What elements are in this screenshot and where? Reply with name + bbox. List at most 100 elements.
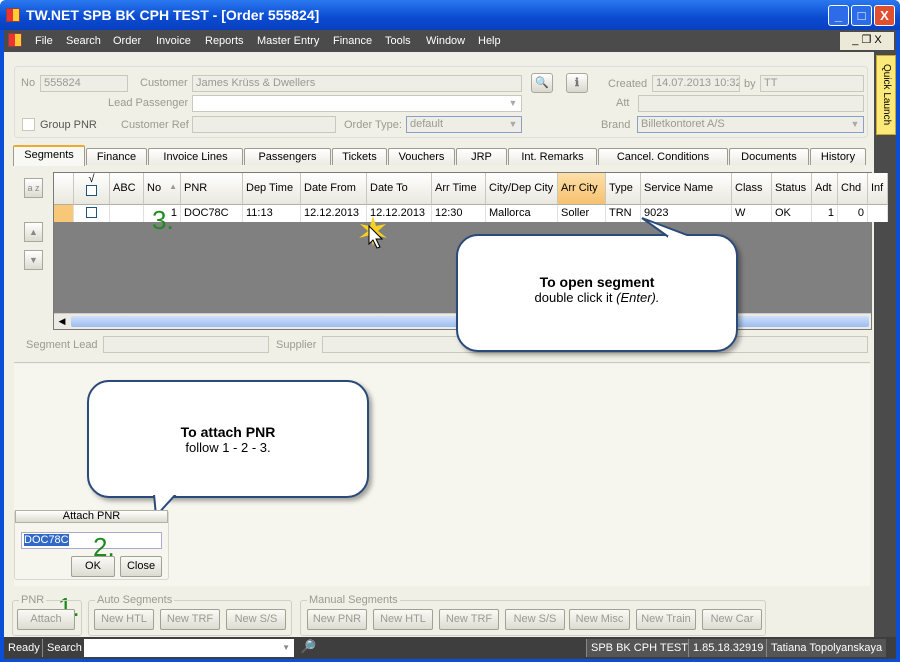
column-header-chd[interactable]: Chd	[838, 173, 868, 205]
close-button[interactable]: X	[874, 5, 895, 26]
column-header-service-name[interactable]: Service Name	[641, 173, 732, 205]
cell-status[interactable]: OK	[772, 205, 812, 222]
search-icon[interactable]: 🔎	[300, 639, 316, 655]
new-pnr-button[interactable]: New PNR	[307, 609, 367, 630]
customer-field[interactable]: James Krüss & Dwellers	[192, 75, 522, 92]
row-checkbox-cell[interactable]	[74, 205, 110, 222]
tab-finance[interactable]: Finance	[86, 148, 147, 165]
select-all-checkbox[interactable]	[86, 185, 97, 196]
column-header-arr-city[interactable]: Arr City	[558, 173, 606, 205]
column-header-date-to[interactable]: Date To	[367, 173, 432, 205]
no-label: No	[21, 77, 36, 89]
cell-arr-time[interactable]: 12:30	[432, 205, 486, 222]
new-train-button[interactable]: New Train	[636, 609, 696, 630]
group-pnr-checkbox[interactable]	[22, 118, 35, 131]
by-label: by	[744, 78, 756, 90]
order-type-select[interactable]: default ▼	[406, 116, 522, 133]
cell-class[interactable]: W	[732, 205, 772, 222]
callout-pointer-open	[641, 217, 698, 238]
move-up-button[interactable]: ▲	[24, 222, 43, 242]
cell-pnr[interactable]: DOC78C	[181, 205, 243, 222]
segment-lead-field[interactable]	[103, 336, 269, 353]
brand-select[interactable]: Billetkontoret A/S ▼	[637, 116, 864, 133]
tab-passengers[interactable]: Passengers	[244, 148, 331, 165]
order-no-field[interactable]: 555824	[40, 75, 128, 92]
menu-finance[interactable]: Finance	[333, 35, 372, 47]
attach-pnr-value: DOC78C	[24, 534, 69, 546]
new-car-button[interactable]: New Car	[702, 609, 762, 630]
tab-invoice-lines[interactable]: Invoice Lines	[148, 148, 243, 165]
mdi-controls[interactable]: _ ❐ X	[840, 32, 894, 50]
attach-pnr-input[interactable]: DOC78C	[21, 532, 162, 549]
row-checkbox[interactable]	[86, 207, 97, 218]
attach-button[interactable]: Attach	[17, 609, 75, 630]
move-down-button[interactable]: ▼	[24, 250, 43, 270]
group-pnr-label: Group PNR	[40, 119, 97, 131]
cell-city-dep-city[interactable]: Mallorca	[486, 205, 558, 222]
maximize-button[interactable]: □	[851, 5, 872, 26]
info-button[interactable]: ℹ	[566, 73, 588, 93]
search-customer-button[interactable]: 🔍	[531, 73, 553, 93]
cell-inf[interactable]	[868, 205, 888, 222]
menu-order[interactable]: Order	[113, 35, 141, 47]
sort-az-button[interactable]: a z	[24, 178, 43, 198]
column-header-class[interactable]: Class	[732, 173, 772, 205]
tab-tickets[interactable]: Tickets	[332, 148, 387, 165]
customer-ref-field[interactable]	[192, 116, 336, 133]
column-header-city-dep-city[interactable]: City/Dep City	[486, 173, 558, 205]
cell-type[interactable]: TRN	[606, 205, 641, 222]
column-header-date-from[interactable]: Date From	[301, 173, 367, 205]
tab-jrp[interactable]: JRP	[456, 148, 507, 165]
new-misc-button[interactable]: New Misc	[569, 609, 630, 630]
segment-lead-label: Segment Lead	[26, 339, 98, 351]
scroll-left-icon[interactable]: ◀	[54, 314, 70, 329]
cell-chd[interactable]: 0	[838, 205, 868, 222]
column-header-adt[interactable]: Adt	[812, 173, 838, 205]
menu-reports[interactable]: Reports	[205, 35, 244, 47]
att-field[interactable]	[638, 95, 864, 112]
column-header-status[interactable]: Status	[772, 173, 812, 205]
new-htl-button[interactable]: New HTL	[373, 609, 433, 630]
tab-segments[interactable]: Segments	[13, 145, 85, 166]
column-header-dep-time[interactable]: Dep Time	[243, 173, 301, 205]
menu-bar: File Search Order Invoice Reports Master…	[4, 30, 896, 52]
column-header-no[interactable]: No ▲	[144, 173, 181, 205]
menu-search[interactable]: Search	[66, 35, 101, 47]
auto-new-ss-button[interactable]: New S/S	[226, 609, 286, 630]
tab-documents[interactable]: Documents	[729, 148, 809, 165]
tab-history[interactable]: History	[810, 148, 866, 165]
auto-new-trf-button[interactable]: New TRF	[160, 609, 220, 630]
column-header-arr-time[interactable]: Arr Time	[432, 173, 486, 205]
menu-master-entry[interactable]: Master Entry	[257, 35, 319, 47]
new-trf-button[interactable]: New TRF	[439, 609, 499, 630]
minimize-button[interactable]: _	[828, 5, 849, 26]
cell-dep-time[interactable]: 11:13	[243, 205, 301, 222]
menu-file[interactable]: File	[35, 35, 53, 47]
column-header-abc[interactable]: ABC	[110, 173, 144, 205]
mdi-icon	[8, 33, 22, 47]
auto-new-htl-button[interactable]: New HTL	[94, 609, 154, 630]
att-label: Att	[616, 97, 630, 109]
menu-invoice[interactable]: Invoice	[156, 35, 191, 47]
column-header-pnr[interactable]: PNR	[181, 173, 243, 205]
tab-int-remarks[interactable]: Int. Remarks	[508, 148, 597, 165]
menu-window[interactable]: Window	[426, 35, 465, 47]
lead-passenger-select[interactable]: ▼	[192, 95, 522, 112]
quick-launch-tab[interactable]: Quick Launch	[876, 55, 896, 135]
column-header-inf[interactable]: Inf	[868, 173, 888, 205]
row-selector[interactable]	[54, 205, 74, 222]
status-search-input[interactable]: ▼	[84, 639, 294, 657]
select-all-column[interactable]: √	[74, 173, 110, 205]
menu-help[interactable]: Help	[478, 35, 501, 47]
cell-abc[interactable]	[110, 205, 144, 222]
close-attach-button[interactable]: Close	[120, 556, 162, 577]
new-ss-button[interactable]: New S/S	[505, 609, 565, 630]
tab-vouchers[interactable]: Vouchers	[388, 148, 455, 165]
tab-cancel-conditions[interactable]: Cancel. Conditions	[598, 148, 728, 165]
chevron-down-icon: ▼	[508, 119, 518, 129]
column-header-type[interactable]: Type	[606, 173, 641, 205]
cell-arr-city[interactable]: Soller	[558, 205, 606, 222]
menu-tools[interactable]: Tools	[385, 35, 411, 47]
cell-adt[interactable]: 1	[812, 205, 838, 222]
by-field: TT	[760, 75, 864, 92]
